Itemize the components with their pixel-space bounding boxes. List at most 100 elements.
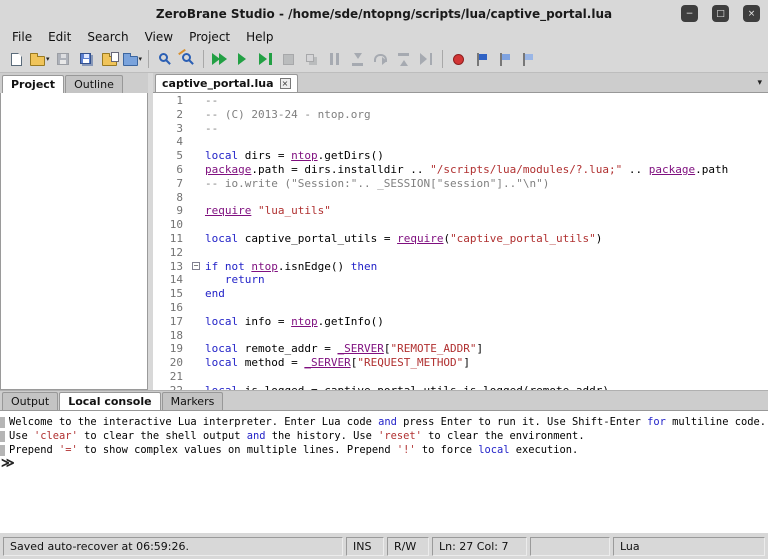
menu-help[interactable]: Help: [238, 29, 281, 45]
menu-view[interactable]: View: [137, 29, 181, 45]
fold-margin[interactable]: [191, 135, 205, 149]
editor-tab[interactable]: captive_portal.lua ×: [155, 74, 298, 92]
fold-margin[interactable]: [191, 273, 205, 287]
start-debugging-button[interactable]: [231, 48, 254, 71]
line-number[interactable]: 14: [153, 273, 191, 287]
code-line[interactable]: 9 require "lua_utils": [153, 204, 768, 218]
line-number[interactable]: 1: [153, 94, 191, 108]
project-dir-from-file-button[interactable]: [98, 48, 121, 71]
line-number[interactable]: 13: [153, 260, 191, 274]
fold-margin[interactable]: [191, 246, 205, 260]
left-tab-outline[interactable]: Outline: [65, 75, 123, 93]
code-line[interactable]: 7 -- io.write ("Session:".. _SESSION["ses…: [153, 177, 768, 191]
code-line[interactable]: 21: [153, 370, 768, 384]
code-line[interactable]: 16: [153, 301, 768, 315]
code-line[interactable]: 12: [153, 246, 768, 260]
menu-search[interactable]: Search: [79, 29, 136, 45]
fold-margin[interactable]: [191, 149, 205, 163]
line-number[interactable]: 19: [153, 342, 191, 356]
fold-margin[interactable]: [191, 356, 205, 370]
console-output[interactable]: Welcome to the interactive Lua interpret…: [0, 410, 768, 533]
code-line[interactable]: 15 end: [153, 287, 768, 301]
step-over-button[interactable]: [369, 48, 392, 71]
project-tree[interactable]: [0, 93, 148, 390]
line-number[interactable]: 6: [153, 163, 191, 177]
fold-margin[interactable]: [191, 370, 205, 384]
bottom-tab-markers[interactable]: Markers: [161, 392, 224, 410]
code-line[interactable]: 13− if not ntop.isnEdge() then: [153, 260, 768, 274]
code-line[interactable]: 11 local captive_portal_utils = require("…: [153, 232, 768, 246]
code-line[interactable]: 10: [153, 218, 768, 232]
menu-edit[interactable]: Edit: [40, 29, 79, 45]
fold-margin[interactable]: [191, 384, 205, 390]
project-dir-choose-button[interactable]: ▾: [121, 48, 145, 71]
run-to-cursor-button[interactable]: [415, 48, 438, 71]
line-number[interactable]: 8: [153, 191, 191, 205]
line-number[interactable]: 18: [153, 329, 191, 343]
line-number[interactable]: 9: [153, 204, 191, 218]
line-number[interactable]: 4: [153, 135, 191, 149]
left-tab-project[interactable]: Project: [2, 75, 65, 93]
toggle-breakpoint-button[interactable]: [447, 48, 470, 71]
toggle-bookmark-button[interactable]: [470, 48, 493, 71]
detach-process-button[interactable]: [300, 48, 323, 71]
menu-file[interactable]: File: [4, 29, 40, 45]
fold-margin[interactable]: [191, 315, 205, 329]
fold-margin[interactable]: [191, 301, 205, 315]
tab-list-dropdown-icon[interactable]: ▾: [757, 78, 762, 88]
fold-margin[interactable]: [191, 94, 205, 108]
fold-margin[interactable]: [191, 191, 205, 205]
bottom-tab-local-console[interactable]: Local console: [59, 392, 161, 410]
continue-button[interactable]: [254, 48, 277, 71]
menu-project[interactable]: Project: [181, 29, 238, 45]
fold-margin[interactable]: [191, 108, 205, 122]
line-number[interactable]: 7: [153, 177, 191, 191]
code-line[interactable]: 1 --: [153, 94, 768, 108]
fold-margin[interactable]: [191, 163, 205, 177]
code-line[interactable]: 5 local dirs = ntop.getDirs(): [153, 149, 768, 163]
bottom-tab-output[interactable]: Output: [2, 392, 59, 410]
line-number[interactable]: 17: [153, 315, 191, 329]
new-file-button[interactable]: [5, 48, 28, 71]
fold-margin[interactable]: [191, 287, 205, 301]
fold-margin[interactable]: [191, 122, 205, 136]
bookmark-next-button[interactable]: [516, 48, 539, 71]
line-number[interactable]: 16: [153, 301, 191, 315]
close-button[interactable]: ×: [743, 5, 760, 22]
code-line[interactable]: 2 -- (C) 2013-24 - ntop.org: [153, 108, 768, 122]
code-line[interactable]: 14 return: [153, 273, 768, 287]
bookmark-prev-button[interactable]: [493, 48, 516, 71]
save-all-button[interactable]: [75, 48, 98, 71]
code-line[interactable]: 8: [153, 191, 768, 205]
find-replace-button[interactable]: [176, 48, 199, 71]
line-number[interactable]: 12: [153, 246, 191, 260]
code-editor[interactable]: 1 -- 2 -- (C) 2013-24 - ntop.org 3 -- 4 5 local …: [153, 93, 768, 390]
step-into-button[interactable]: [346, 48, 369, 71]
line-number[interactable]: 10: [153, 218, 191, 232]
open-file-button[interactable]: ▾: [28, 48, 52, 71]
console-input-line[interactable]: ≫: [0, 457, 768, 473]
code-line[interactable]: 3 --: [153, 122, 768, 136]
step-out-button[interactable]: [392, 48, 415, 71]
line-number[interactable]: 2: [153, 108, 191, 122]
line-number[interactable]: 21: [153, 370, 191, 384]
code-line[interactable]: 19 local remote_addr = _SERVER["REMOTE_AD…: [153, 342, 768, 356]
find-button[interactable]: [153, 48, 176, 71]
save-button[interactable]: [52, 48, 75, 71]
run-button[interactable]: [208, 48, 231, 71]
line-number[interactable]: 5: [153, 149, 191, 163]
code-line[interactable]: 6 package.path = dirs.installdir .. "/scr…: [153, 163, 768, 177]
fold-margin[interactable]: [191, 329, 205, 343]
break-process-button[interactable]: [323, 48, 346, 71]
minimize-button[interactable]: −: [681, 5, 698, 22]
code-line[interactable]: 18: [153, 329, 768, 343]
line-number[interactable]: 3: [153, 122, 191, 136]
maximize-button[interactable]: □: [712, 5, 729, 22]
code-line[interactable]: 4: [153, 135, 768, 149]
fold-margin[interactable]: [191, 232, 205, 246]
code-line[interactable]: 17 local info = ntop.getInfo(): [153, 315, 768, 329]
fold-marker-icon[interactable]: −: [192, 261, 200, 270]
fold-margin[interactable]: [191, 342, 205, 356]
fold-margin[interactable]: −: [191, 260, 205, 274]
fold-margin[interactable]: [191, 177, 205, 191]
